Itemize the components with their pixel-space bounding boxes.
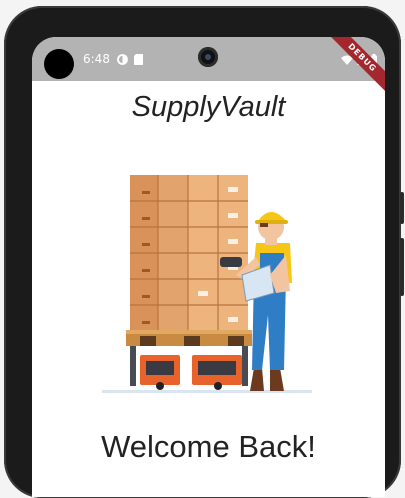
status-bar: 6:48 DEBUG	[32, 37, 385, 95]
status-time: 6:48	[83, 52, 110, 66]
camera-lens	[198, 47, 218, 67]
front-camera-cutout	[44, 49, 74, 79]
app-screen: 6:48 DEBUG SupplyVault Welcome Back!	[32, 37, 385, 497]
app-title: SupplyVault	[131, 91, 286, 123]
circle-status-icon	[117, 52, 128, 70]
box-stack	[130, 175, 248, 330]
welcome-heading: Welcome Back!	[101, 429, 316, 464]
sim-card-icon	[134, 52, 143, 70]
phone-frame: 6:48 DEBUG SupplyVault Welcome Back!	[4, 6, 404, 498]
warehouse-worker-with-pallet-icon	[102, 175, 312, 393]
power-button	[400, 192, 404, 224]
volume-button	[400, 238, 404, 296]
